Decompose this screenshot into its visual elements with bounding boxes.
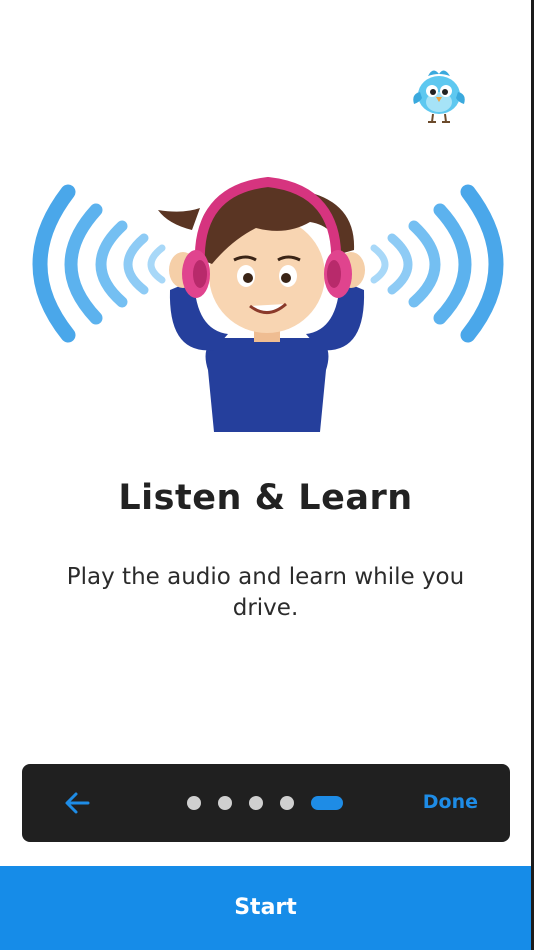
sound-waves-right-icon (370, 184, 504, 343)
back-button[interactable] (60, 786, 94, 820)
page-indicator (187, 796, 343, 810)
page-dot-1[interactable] (187, 796, 201, 810)
page-description: Play the audio and learn while you drive… (66, 564, 465, 621)
page-title: Listen & Learn (118, 478, 413, 518)
page-dot-2[interactable] (218, 796, 232, 810)
boy-headphones-illustration (32, 176, 504, 432)
pager-bar: Done (22, 764, 510, 842)
page-dot-5-active[interactable] (311, 796, 343, 810)
done-button[interactable]: Done (423, 791, 478, 813)
page-dot-3[interactable] (249, 796, 263, 810)
sound-waves-left-icon (32, 184, 166, 343)
page-dot-4[interactable] (280, 796, 294, 810)
arrow-left-icon (65, 792, 90, 814)
bird-mascot-icon (413, 70, 465, 123)
start-button[interactable]: Start (0, 866, 531, 950)
